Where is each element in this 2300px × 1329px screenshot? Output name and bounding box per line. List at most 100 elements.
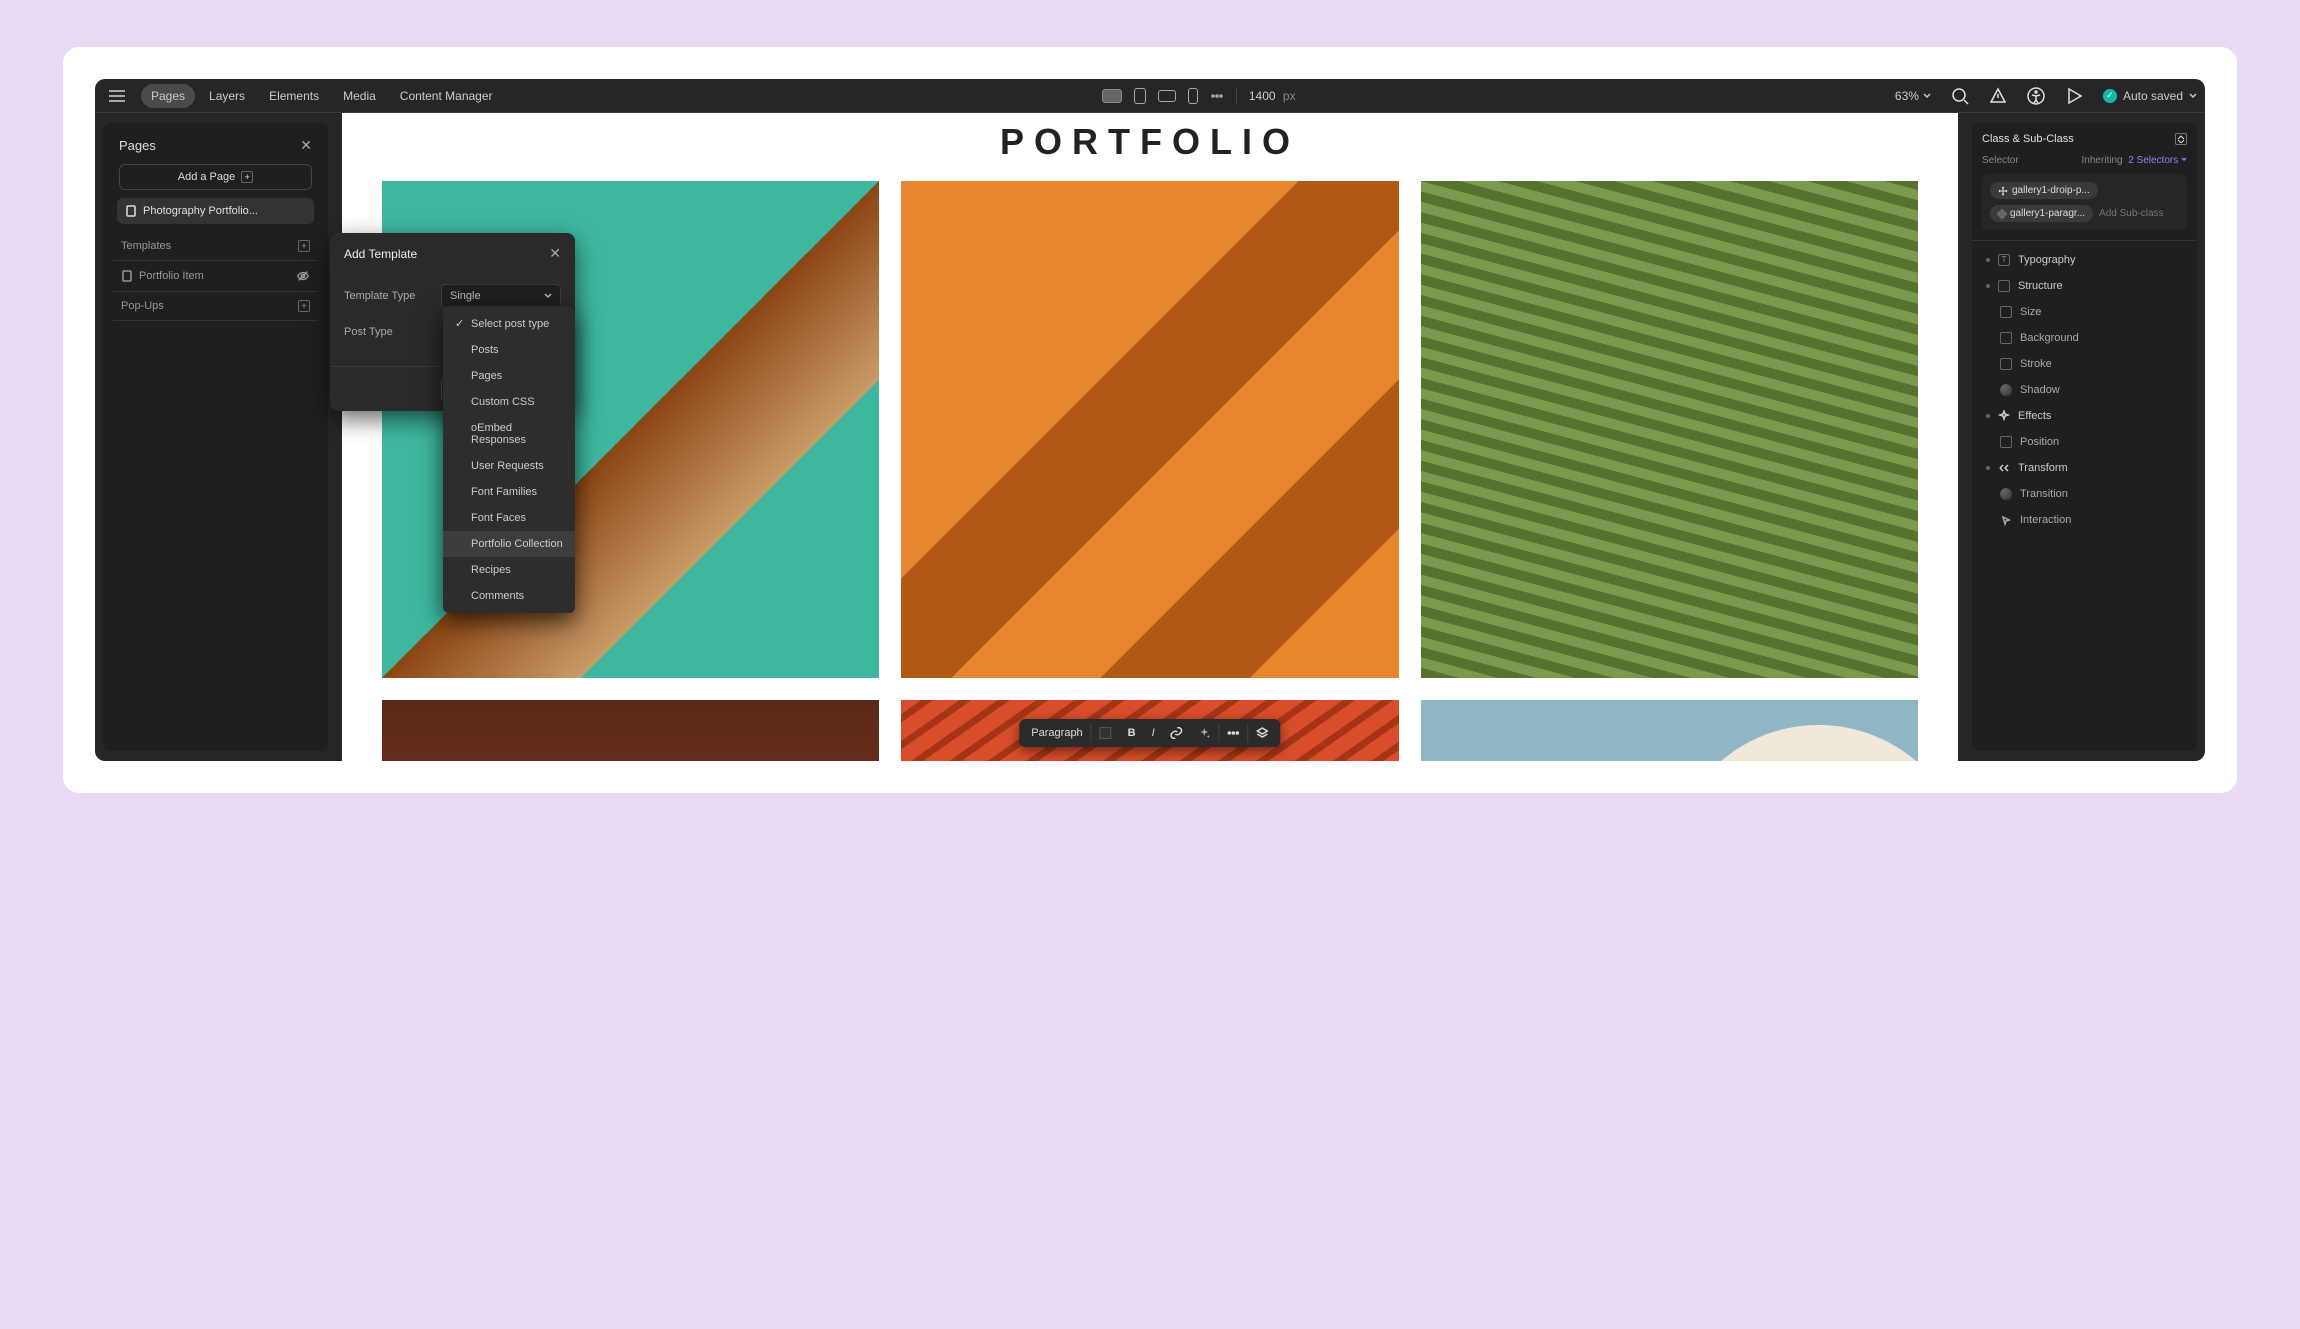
- canvas-width: 1400: [1249, 89, 1276, 103]
- prop-label: Interaction: [2020, 514, 2071, 526]
- nav-pages[interactable]: Pages: [141, 84, 195, 108]
- canvas-size[interactable]: 1400 px: [1249, 89, 1296, 103]
- color-swatch[interactable]: [1092, 723, 1120, 743]
- page-icon: [125, 205, 137, 217]
- class-token-name: gallery1-droip-p...: [2012, 185, 2090, 196]
- stroke-icon: [2000, 358, 2012, 370]
- prop-position[interactable]: Position: [1982, 429, 2187, 455]
- prop-typography[interactable]: Typography: [1982, 247, 2187, 273]
- gallery-item[interactable]: [901, 181, 1398, 678]
- close-icon[interactable]: ✕: [549, 245, 561, 262]
- gallery-item[interactable]: [1421, 181, 1918, 678]
- template-type-select[interactable]: Single: [441, 284, 561, 308]
- dropdown-item[interactable]: Posts: [443, 337, 575, 363]
- chevron-down-icon: [544, 292, 552, 300]
- prop-transition[interactable]: Transition: [1982, 481, 2187, 507]
- add-page-button[interactable]: Add a Page +: [119, 164, 312, 190]
- nav-elements[interactable]: Elements: [259, 84, 329, 108]
- prop-label: Stroke: [2020, 358, 2052, 370]
- close-icon[interactable]: ✕: [300, 137, 312, 154]
- more-options-button[interactable]: [1220, 723, 1248, 743]
- selectors-count[interactable]: 2 Selectors: [2128, 155, 2187, 166]
- class-token[interactable]: gallery1-paragr...: [1990, 205, 2093, 222]
- more-devices-icon[interactable]: [1210, 89, 1224, 103]
- templates-section[interactable]: Templates +: [113, 232, 318, 261]
- gallery-item[interactable]: [1421, 700, 1918, 761]
- device-tablet-portrait-icon[interactable]: [1134, 88, 1146, 104]
- dropdown-item[interactable]: oEmbed Responses: [443, 415, 575, 453]
- dropdown-item-label: Font Families: [471, 486, 537, 498]
- autosave-status[interactable]: ✓ Auto saved: [2103, 89, 2197, 103]
- menu-icon[interactable]: [103, 84, 131, 108]
- template-type-label: Template Type: [344, 290, 415, 302]
- dropdown-item[interactable]: Font Families: [443, 479, 575, 505]
- dropdown-item-label: Comments: [471, 590, 524, 602]
- device-tablet-landscape-icon[interactable]: [1158, 90, 1176, 102]
- prop-background[interactable]: Background: [1982, 325, 2187, 351]
- dropdown-item[interactable]: User Requests: [443, 453, 575, 479]
- play-icon[interactable]: [2065, 87, 2083, 105]
- transition-icon: [2000, 488, 2012, 500]
- add-popup-icon[interactable]: +: [298, 300, 310, 312]
- warning-icon[interactable]: [1989, 87, 2007, 105]
- nav-media[interactable]: Media: [333, 84, 386, 108]
- prop-effects[interactable]: Effects: [1982, 403, 2187, 429]
- selector-label: Selector: [1982, 155, 2019, 166]
- prop-stroke[interactable]: Stroke: [1982, 351, 2187, 377]
- ai-button[interactable]: [1191, 723, 1219, 743]
- dropdown-item[interactable]: Custom CSS: [443, 389, 575, 415]
- dropdown-item-label: Portfolio Collection: [471, 538, 563, 550]
- dropdown-item-label: User Requests: [471, 460, 544, 472]
- prop-transform[interactable]: Transform: [1982, 455, 2187, 481]
- dropdown-item[interactable]: Portfolio Collection: [443, 531, 575, 557]
- device-desktop-icon[interactable]: [1102, 89, 1122, 103]
- inheriting-label: Inheriting: [2081, 155, 2122, 166]
- size-icon: [2000, 306, 2012, 318]
- autosave-label: Auto saved: [2123, 89, 2183, 103]
- nav-content-manager[interactable]: Content Manager: [390, 84, 503, 108]
- zoom-value: 63%: [1895, 89, 1919, 103]
- templates-label: Templates: [121, 240, 171, 252]
- nav-tabs: Pages Layers Elements Media Content Mana…: [141, 84, 503, 108]
- dropdown-item[interactable]: Comments: [443, 583, 575, 609]
- dropdown-item[interactable]: Pages: [443, 363, 575, 389]
- dropdown-item[interactable]: Recipes: [443, 557, 575, 583]
- nav-layers[interactable]: Layers: [199, 84, 255, 108]
- prop-shadow[interactable]: Shadow: [1982, 377, 2187, 403]
- prop-label: Transition: [2020, 488, 2068, 500]
- dropdown-item-label: Font Faces: [471, 512, 526, 524]
- visibility-off-icon[interactable]: [296, 269, 310, 283]
- prop-structure[interactable]: Structure: [1982, 273, 2187, 299]
- chevron-down-icon: [1923, 92, 1931, 100]
- layers-button[interactable]: [1249, 723, 1277, 743]
- class-token[interactable]: gallery1-droip-p...: [1990, 182, 2098, 199]
- dropdown-item-label: Pages: [471, 370, 502, 382]
- bold-button[interactable]: B: [1120, 723, 1144, 743]
- pages-panel: Pages ✕ Add a Page + Photography Portfol…: [103, 123, 328, 751]
- element-type-selector[interactable]: Paragraph: [1023, 723, 1090, 743]
- gallery-item[interactable]: [382, 700, 879, 761]
- panel-title: Pages: [119, 138, 156, 153]
- dropdown-item[interactable]: Font Faces: [443, 505, 575, 531]
- search-icon[interactable]: [1951, 87, 1969, 105]
- prop-label: Position: [2020, 436, 2059, 448]
- expand-icon[interactable]: [2175, 133, 2187, 145]
- prop-interaction[interactable]: Interaction: [1982, 507, 2187, 533]
- dropdown-item[interactable]: ✓ Select post type: [443, 310, 575, 337]
- accessibility-icon[interactable]: [2027, 87, 2045, 105]
- portfolio-item-label: Portfolio Item: [139, 270, 204, 282]
- dropdown-item-label: Posts: [471, 344, 499, 356]
- link-button[interactable]: [1163, 723, 1191, 743]
- italic-button[interactable]: I: [1144, 723, 1163, 743]
- dropdown-item-label: Select post type: [471, 318, 549, 330]
- device-mobile-icon[interactable]: [1188, 88, 1198, 104]
- prop-size[interactable]: Size: [1982, 299, 2187, 325]
- add-subclass-button[interactable]: Add Sub-class: [2099, 208, 2163, 219]
- page-item-current[interactable]: Photography Portfolio...: [117, 198, 314, 224]
- portfolio-item-row[interactable]: Portfolio Item: [113, 261, 318, 292]
- zoom-control[interactable]: 63%: [1895, 89, 1931, 103]
- popups-label: Pop-Ups: [121, 300, 164, 312]
- add-template-icon[interactable]: +: [298, 240, 310, 252]
- gallery-grid: [342, 181, 1958, 761]
- popups-section[interactable]: Pop-Ups +: [113, 292, 318, 321]
